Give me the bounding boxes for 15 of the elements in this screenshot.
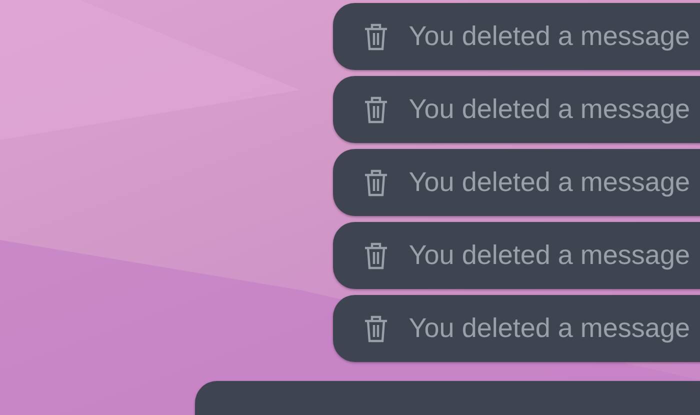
trash-icon <box>362 240 389 270</box>
trash-icon <box>362 94 389 124</box>
deleted-message-text: You deleted a message <box>408 167 690 198</box>
deleted-message-text: You deleted a message <box>408 240 690 271</box>
trash-icon <box>362 314 389 344</box>
deleted-message-bubble[interactable]: You deleted a message <box>332 76 700 143</box>
trash-icon <box>362 22 389 52</box>
deleted-message-text: You deleted a message <box>408 94 690 125</box>
deleted-message-text: You deleted a message <box>408 21 690 52</box>
deleted-message-text: You deleted a message <box>408 313 690 344</box>
deleted-message-bubble[interactable]: You deleted a message <box>332 149 700 216</box>
deleted-message-bubble[interactable]: You deleted a message <box>332 3 700 70</box>
trash-icon <box>362 168 389 198</box>
deleted-message-bubble[interactable]: You deleted a message <box>332 222 700 289</box>
deleted-message-bubble[interactable]: You deleted a message <box>332 295 700 362</box>
